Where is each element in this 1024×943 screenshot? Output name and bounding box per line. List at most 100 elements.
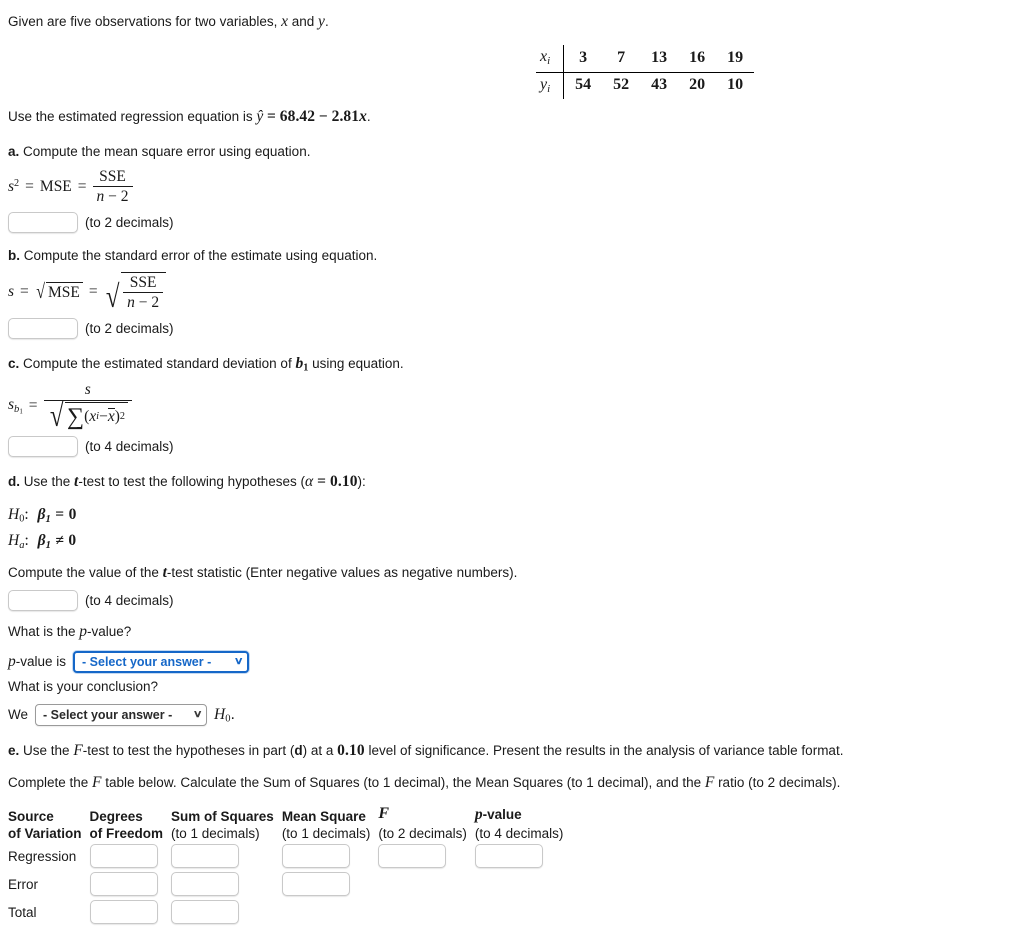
part-e-alpha-value: 0.10 (337, 741, 365, 759)
regression-sum-squares-input[interactable] (171, 844, 240, 869)
part-b-lhs-s: s (8, 282, 15, 300)
instruction-before: Complete the (8, 775, 93, 791)
radical-sign-icon: √ (36, 281, 45, 304)
part-b-answer-input[interactable] (8, 317, 78, 339)
hypothesis-null: H0: β1 = 0 (8, 505, 77, 525)
regression-y-hat: ŷ (256, 108, 264, 126)
regression-equals: = (267, 108, 276, 126)
instruction-mid: table below. Calculate the Sum of Square… (101, 775, 705, 791)
part-b-denominator: n − 2 (123, 292, 164, 311)
part-d-prompt-mid: -test to test the following hypotheses ( (78, 474, 305, 490)
instruction-f-symbol-2: F (704, 774, 715, 792)
regression-text-before: Use the estimated regression equation is (8, 109, 257, 125)
regression-intercept: 68.42 (279, 108, 316, 126)
anova-cell (89, 898, 172, 926)
conclusion-h0: H0. (214, 705, 235, 725)
total-sum-squares-input[interactable] (171, 900, 240, 925)
part-c-fraction: s √ ∑(x i − x) 2 (43, 381, 133, 431)
observations-table-wrap: xi 3 7 13 16 19 yi 54 52 43 20 10 (8, 45, 1016, 100)
pvalue-question-after: -value? (87, 624, 132, 640)
observations-y-cell: 54 (575, 76, 592, 94)
part-c-prompt-before: Compute the estimated standard deviation… (23, 355, 296, 371)
part-b-letter: b. (8, 247, 20, 263)
part-d-prompt: d. Use the t-test to test the following … (8, 470, 1016, 493)
chevron-down-icon: ∨ (192, 709, 203, 721)
part-a-prompt-text: Compute the mean square error using equa… (23, 143, 311, 159)
part-e-prompt-after: level of significance. Present the resul… (364, 742, 844, 758)
instruction-after: ratio (to 2 decimals). (714, 775, 841, 791)
observations-x-cell: 3 (563, 45, 603, 73)
observations-x-cell: 19 (716, 45, 755, 73)
instruction-f-symbol: F (92, 774, 102, 792)
pvalue-question: What is the p-value? (8, 620, 1016, 643)
part-d-alpha-eq: = (313, 473, 331, 491)
anova-header-degrees: Degrees of Freedom (89, 808, 164, 841)
t-statistic-hint: (to 4 decimals) (85, 593, 174, 609)
observations-x-cell: 7 (602, 45, 641, 73)
error-mean-square-input[interactable] (281, 872, 350, 897)
part-c-lhs: sb1 (8, 396, 23, 416)
part-c-prompt-var: b1 (295, 354, 309, 374)
anova-header-pvalue-text: p-value (474, 805, 522, 823)
part-e-prompt: e. Use the F-test to test the hypotheses… (8, 739, 1016, 762)
part-a-answer-input[interactable] (8, 211, 78, 233)
anova-cell-empty (378, 898, 475, 926)
anova-header-mean-square: Mean Square (to 1 decimals) (281, 808, 371, 841)
regression-mean-square-input[interactable] (281, 844, 350, 869)
observations-y-cell: 10 (727, 76, 744, 94)
conclusion-select-label: - Select your answer - (43, 707, 173, 722)
intro-text-before: Given are five observations for two vari… (8, 14, 282, 29)
regression-equation-line: Use the estimated regression equation is… (8, 105, 1016, 128)
regression-period: . (366, 109, 371, 125)
anova-table-body: Regression Error Total (8, 842, 571, 926)
regression-f-input[interactable] (378, 844, 447, 869)
observations-x-cell: 16 (678, 45, 717, 73)
regression-pvalue-input[interactable] (474, 844, 543, 869)
observations-x-label: xi (536, 45, 565, 73)
anova-header-row: Source of Variation Degrees of Freedom S… (8, 804, 571, 842)
anova-cell (281, 842, 379, 870)
part-c-formula: sb1 = s √ ∑(x i − x) 2 (8, 381, 1016, 431)
error-degrees-input[interactable] (89, 872, 158, 897)
anova-cell-empty (282, 898, 379, 926)
anova-cell (281, 870, 379, 898)
conclusion-question: What is your conclusion? (8, 678, 159, 694)
part-d-statistic-prompt: Compute the value of the t-test statisti… (8, 561, 1016, 584)
part-a-mse: MSE (39, 177, 72, 195)
worksheet-page: Given are five observations for two vari… (0, 0, 1024, 926)
regression-var-x: x (359, 108, 367, 126)
part-b-equals-2: = (88, 282, 98, 300)
anova-row-label-regression: Regression (8, 848, 77, 864)
observations-y-cell: 43 (651, 76, 668, 94)
part-e-f-symbol: F (73, 741, 83, 759)
anova-cell-empty (475, 898, 572, 926)
part-c-answer-input[interactable] (8, 436, 78, 458)
table-row: Error (8, 870, 571, 898)
anova-table-head: Source of Variation Degrees of Freedom S… (8, 804, 571, 842)
part-e-letter: e. (8, 742, 20, 758)
anova-cell (171, 870, 282, 898)
conclusion-we-label: We (8, 707, 29, 723)
conclusion-select[interactable]: - Select your answer - ∨ (35, 703, 208, 726)
conclusion-answer-row: We - Select your answer - ∨ H0. (8, 703, 1016, 726)
part-b-answer-row: (to 2 decimals) (8, 317, 1016, 339)
part-d-prompt-before: Use the (23, 474, 75, 490)
total-degrees-input[interactable] (89, 900, 158, 925)
part-d-prompt-after: ): (357, 474, 366, 490)
pvalue-question-before: What is the (8, 624, 80, 640)
x-bar: x (107, 408, 115, 426)
part-a-formula: s2 = MSE = SSE n − 2 (8, 168, 1016, 206)
intro-var-y: y (318, 13, 325, 30)
part-b-numerator: SSE (129, 273, 157, 291)
intro-var-x: x (281, 13, 289, 30)
regression-degrees-input[interactable] (89, 844, 158, 869)
pvalue-select[interactable]: - Select your answer - ∨ (73, 650, 250, 673)
error-sum-squares-input[interactable] (171, 872, 240, 897)
part-b-formula: s = √ MSE = √ SSE n − 2 (8, 271, 1016, 312)
part-e-prompt-mid2: ) at a (302, 742, 338, 758)
part-a-answer-row: (to 2 decimals) (8, 211, 1016, 233)
observations-y-cell: 52 (613, 76, 630, 94)
part-e-prompt-before: Use the (23, 742, 74, 758)
t-statistic-input[interactable] (8, 590, 78, 612)
anova-cell-empty (475, 870, 572, 898)
